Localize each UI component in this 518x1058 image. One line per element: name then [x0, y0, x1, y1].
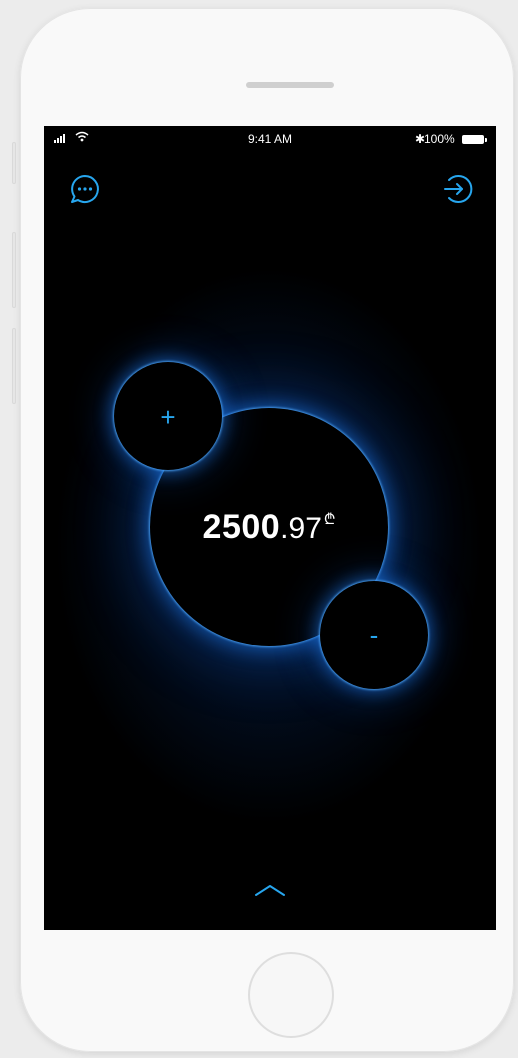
battery-icon: [462, 135, 484, 144]
balance-amount: 2500.97 ₾: [150, 508, 388, 547]
home-button[interactable]: [248, 952, 334, 1038]
status-bar: 9:41 AM ✱ 100%: [44, 126, 496, 150]
speaker-grille: [246, 82, 334, 88]
chat-bubble-icon: [71, 175, 99, 203]
logout-button[interactable]: [440, 172, 474, 206]
currency-symbol: ₾: [323, 511, 336, 528]
app-screen: 9:41 AM ✱ 100% + - 2500.97 ₾: [44, 126, 496, 930]
battery-percent: 100%: [424, 132, 455, 146]
chat-button[interactable]: [68, 172, 102, 206]
mute-switch: [12, 142, 16, 184]
volume-up-button: [12, 232, 16, 308]
logout-arrow-icon: [444, 175, 473, 203]
battery-tip: [485, 138, 487, 142]
balance-decimal: .97: [280, 512, 322, 545]
decrease-label: -: [369, 620, 379, 650]
balance-integer: 2500: [202, 508, 281, 546]
increase-label: +: [160, 402, 176, 432]
chevron-up-icon[interactable]: [250, 880, 290, 900]
volume-down-button: [12, 328, 16, 404]
stage: 9:41 AM ✱ 100% + - 2500.97 ₾: [0, 0, 518, 1058]
